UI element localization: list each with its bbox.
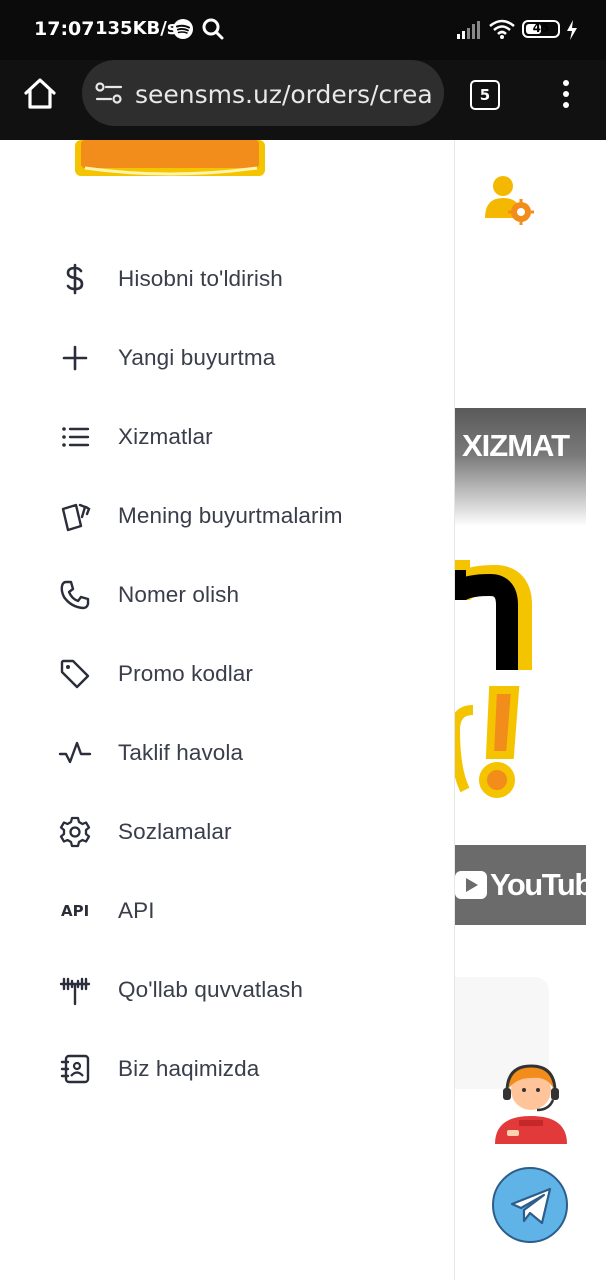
phone-icon bbox=[60, 580, 90, 610]
tag-icon bbox=[60, 659, 90, 689]
more-menu-icon[interactable] bbox=[556, 78, 576, 110]
charging-icon bbox=[567, 20, 577, 40]
address-bar[interactable]: seensms.uz/orders/crea bbox=[82, 60, 444, 126]
browser-toolbar: seensms.uz/orders/crea 5 bbox=[0, 60, 606, 140]
home-icon[interactable] bbox=[22, 76, 58, 112]
menu-item-label: Sozlamalar bbox=[118, 819, 232, 844]
menu-item-label: Xizmatlar bbox=[118, 424, 213, 449]
telegram-button[interactable] bbox=[492, 1167, 568, 1243]
api-icon: API bbox=[61, 902, 90, 920]
cards-icon bbox=[61, 503, 91, 532]
user-settings-icon[interactable] bbox=[481, 172, 535, 226]
status-network-speed: 135KB/s bbox=[95, 18, 178, 39]
menu-item-promo-codes[interactable]: Promo kodlar bbox=[0, 643, 454, 703]
menu-item-label: API bbox=[118, 898, 155, 923]
menu-item-label: Nomer olish bbox=[118, 582, 240, 607]
menu-item-get-number[interactable]: Nomer olish bbox=[0, 564, 454, 624]
battery-icon: 45 bbox=[522, 20, 560, 38]
signal-icon bbox=[457, 21, 480, 39]
menu-item-api[interactable]: API API bbox=[0, 880, 454, 940]
menu-item-label: Promo kodlar bbox=[118, 661, 254, 686]
menu-item-support[interactable]: Qo'llab quvvatlash bbox=[0, 959, 454, 1019]
seensms-logo bbox=[75, 140, 265, 176]
support-operator-icon[interactable] bbox=[491, 1058, 571, 1148]
menu-item-about-us[interactable]: Biz haqimizda bbox=[0, 1038, 454, 1098]
youtube-banner[interactable]: YouTube bbox=[455, 845, 606, 925]
menu-item-label: Yangi buyurtma bbox=[118, 345, 276, 370]
telegram-icon bbox=[510, 1187, 552, 1225]
gear-icon bbox=[59, 816, 91, 848]
menu-item-services[interactable]: Xizmatlar bbox=[0, 406, 454, 466]
tab-switcher-button[interactable]: 5 bbox=[470, 80, 500, 110]
menu-item-top-up[interactable]: Hisobni to'ldirish bbox=[0, 248, 454, 308]
plus-icon bbox=[62, 345, 88, 371]
menu-item-new-order[interactable]: Yangi buyurtma bbox=[0, 327, 454, 387]
menu-item-label: Taklif havola bbox=[118, 740, 244, 765]
list-icon bbox=[62, 427, 90, 447]
battery-level: 45 bbox=[532, 21, 550, 35]
background-page: XIZMAT YouTube bbox=[454, 140, 606, 1280]
navigation-drawer: Hisobni to'ldirish Yangi buyurtma Xizmat… bbox=[0, 140, 454, 1280]
menu-item-label: Mening buyurtmalarim bbox=[118, 503, 343, 528]
spotify-icon bbox=[173, 19, 193, 39]
wifi-icon bbox=[489, 19, 515, 39]
activity-icon bbox=[58, 741, 92, 764]
menu-item-label: Qo'llab quvvatlash bbox=[118, 977, 303, 1002]
menu-item-my-orders[interactable]: Mening buyurtmalarim bbox=[0, 485, 454, 545]
antenna-icon bbox=[59, 977, 91, 1006]
menu-item-label: Biz haqimizda bbox=[118, 1056, 260, 1081]
youtube-play-icon bbox=[455, 871, 487, 899]
status-bar: 17:07 135KB/s 45 bbox=[0, 0, 606, 60]
menu-item-settings[interactable]: Sozlamalar bbox=[0, 801, 454, 861]
services-banner[interactable]: XIZMAT bbox=[455, 408, 586, 526]
contacts-icon bbox=[60, 1054, 90, 1084]
url-text[interactable]: seensms.uz/orders/crea bbox=[135, 80, 437, 109]
status-time: 17:07 bbox=[34, 18, 95, 40]
site-settings-icon[interactable] bbox=[94, 81, 124, 105]
menu-item-label: Hisobni to'ldirish bbox=[118, 266, 283, 291]
youtube-banner-text: YouTube bbox=[490, 867, 606, 902]
seensms-logo-large bbox=[455, 560, 532, 798]
dollar-icon bbox=[66, 263, 84, 295]
menu-item-referral-link[interactable]: Taklif havola bbox=[0, 722, 454, 782]
services-banner-text: XIZMAT bbox=[462, 428, 570, 463]
search-icon bbox=[202, 18, 224, 40]
